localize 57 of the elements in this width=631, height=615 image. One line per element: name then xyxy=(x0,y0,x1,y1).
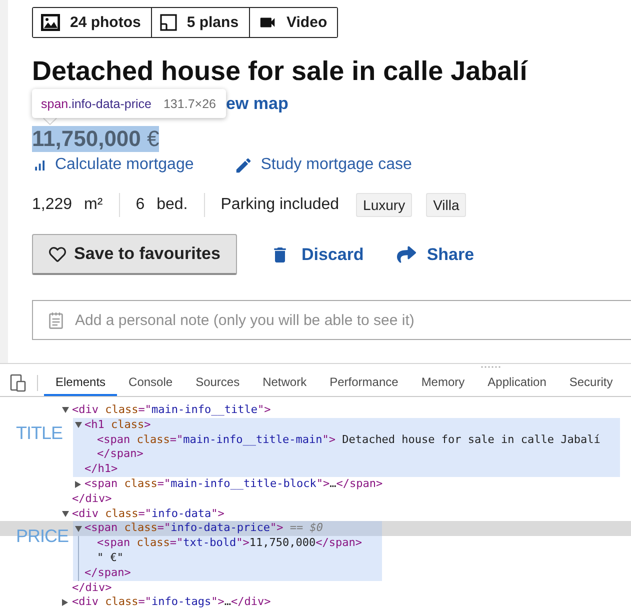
discard-button[interactable]: Discard xyxy=(270,244,364,264)
caret-down-icon[interactable] xyxy=(74,526,82,532)
code-line[interactable]: </h1> xyxy=(84,462,118,477)
code-line[interactable]: </div> xyxy=(72,580,112,596)
feature-label: Parking included xyxy=(220,196,340,214)
code-line[interactable]: " €" xyxy=(97,550,124,566)
code-line[interactable]: <h1 class> xyxy=(84,418,151,433)
code-line[interactable]: </span> xyxy=(84,566,131,581)
share-icon xyxy=(396,245,416,264)
pencil-icon xyxy=(234,156,253,174)
heart-icon xyxy=(49,246,66,262)
notepad-icon xyxy=(49,312,63,329)
devtools-tab[interactable]: Security xyxy=(558,369,624,396)
feature-unit: m² xyxy=(84,196,103,214)
devtools-tab[interactable]: Memory xyxy=(410,369,476,396)
devtools-tab[interactable]: Elements xyxy=(44,369,118,396)
price: 11,750,000 € xyxy=(32,126,160,152)
share-button[interactable]: Share xyxy=(396,244,474,264)
code-line[interactable]: <div class="info-tags">…</div> xyxy=(72,595,271,610)
devtools-tab[interactable]: Performance xyxy=(318,369,410,396)
property-tag: Luxury xyxy=(356,193,412,217)
code-line[interactable]: <div class="main-info__title"> xyxy=(72,403,271,418)
photo-icon xyxy=(41,14,60,31)
annotation-label: TITLE xyxy=(16,422,63,443)
element-selector: span.info-data-price xyxy=(41,96,152,110)
caret-right-icon[interactable] xyxy=(62,599,68,606)
caret-down-icon[interactable] xyxy=(74,422,82,428)
code-line[interactable]: </span> xyxy=(97,447,144,462)
property-tag: Villa xyxy=(426,193,466,217)
video-button[interactable]: Video xyxy=(248,8,338,37)
tooltip-pointer-icon xyxy=(43,118,57,125)
devtools-tab[interactable]: Sources xyxy=(184,369,252,396)
devtools-tab[interactable]: Application xyxy=(476,369,558,396)
code-line[interactable]: <span class="main-info__title-main"> Detached house for sale in calle Jabalí xyxy=(97,432,600,448)
save-favourite-button[interactable]: Save to favourites xyxy=(32,234,238,275)
element-size: 131.7×26 xyxy=(163,96,216,110)
code-line[interactable]: <span class="txt-bold">11,750,000</span> xyxy=(97,536,362,551)
map-link[interactable]: ew map xyxy=(226,94,288,114)
floor-plan-icon xyxy=(160,14,177,31)
mortgage-case-link[interactable]: Study mortgage case xyxy=(234,154,412,176)
caret-right-icon[interactable] xyxy=(74,480,80,488)
resize-handle-icon[interactable] xyxy=(481,366,501,368)
code-line[interactable]: </div> xyxy=(72,492,112,507)
feature-value: 1,229 xyxy=(32,196,72,214)
code-line[interactable]: <div class="info-data"> xyxy=(72,506,224,522)
devtools-tab[interactable]: Network xyxy=(251,369,318,396)
devtools-tab[interactable]: Console xyxy=(117,369,184,396)
code-line[interactable]: <span class="main-info__title-block">…</span> xyxy=(84,476,383,492)
listing-title: Detached house for sale in calle Jabalí xyxy=(32,55,528,88)
calculate-mortgage-link[interactable]: Calculate mortgage xyxy=(32,154,194,176)
feature-value: 6 xyxy=(136,196,145,214)
bar-chart-icon xyxy=(32,158,47,172)
caret-down-icon[interactable] xyxy=(62,407,69,414)
caret-down-icon[interactable] xyxy=(62,510,69,517)
feature-unit: bed. xyxy=(156,196,188,214)
note-field[interactable]: Add a personal note (only you will be able to see it) xyxy=(32,300,631,340)
device-toggle-icon[interactable] xyxy=(10,374,26,392)
